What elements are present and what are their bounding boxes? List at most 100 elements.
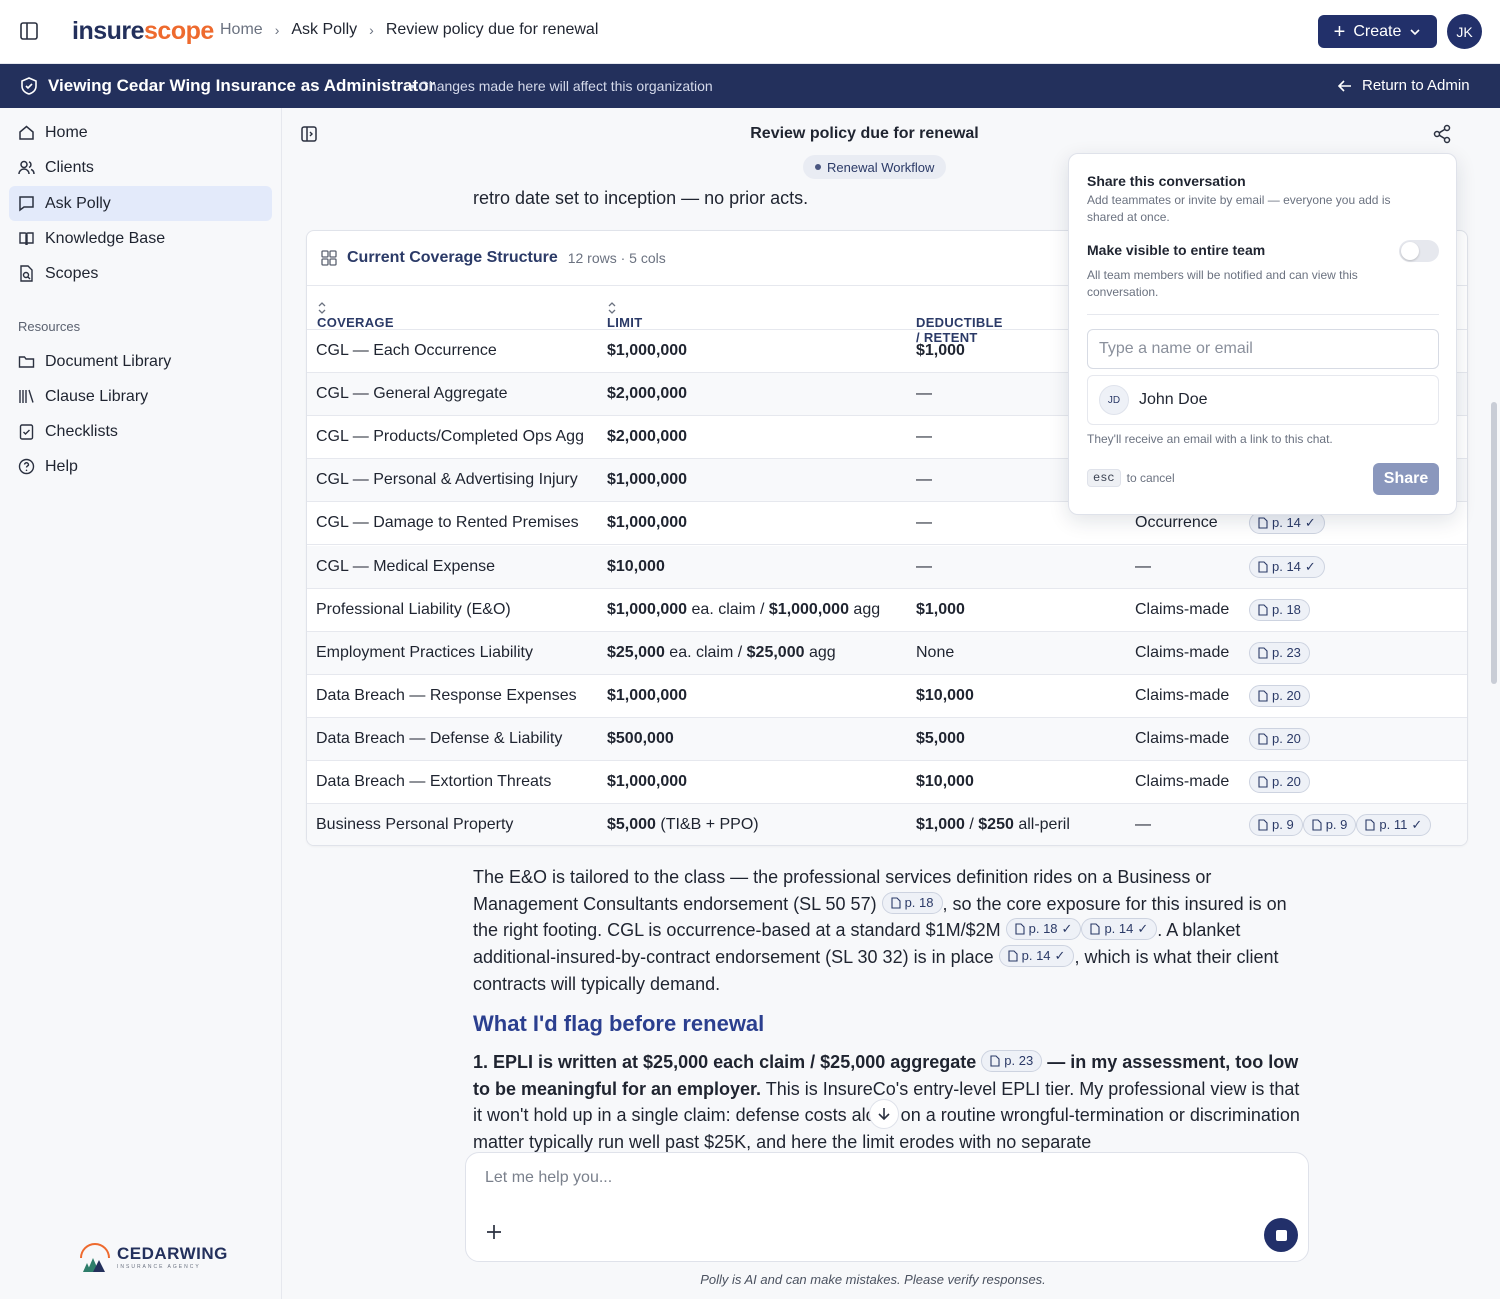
citation-chip[interactable]: p. 14 ✓ bbox=[1081, 918, 1158, 941]
help-icon bbox=[18, 458, 35, 475]
sidebar-item-home[interactable]: Home bbox=[9, 115, 272, 150]
citation-chip[interactable]: p. 20 bbox=[1249, 727, 1310, 750]
stop-generating-button[interactable] bbox=[1264, 1218, 1298, 1252]
citation-chip[interactable]: p. 14 ✓ bbox=[1249, 555, 1325, 578]
avatar: JD bbox=[1099, 385, 1129, 415]
attach-plus-icon[interactable] bbox=[485, 1223, 503, 1241]
sidebar-item-document-library[interactable]: Document Library bbox=[9, 344, 272, 379]
suggested-user[interactable]: JD John Doe bbox=[1087, 375, 1439, 425]
citation-chip[interactable]: p. 20 bbox=[1249, 771, 1310, 793]
table-row: Data Breach — Defense & Liability $500,00… bbox=[307, 717, 1467, 761]
check-icon: ✓ bbox=[1054, 948, 1066, 964]
citation-chip[interactable]: p. 23 bbox=[1249, 641, 1310, 664]
cell-citations: p. 18 bbox=[1249, 598, 1310, 621]
sidebar-item-scopes[interactable]: Scopes bbox=[9, 256, 272, 291]
column-header-limit[interactable]: LIMIT bbox=[607, 301, 642, 330]
citation-chip[interactable]: p. 9 bbox=[1249, 814, 1303, 837]
cell-limit: $1,000,000 bbox=[607, 342, 688, 359]
sort-icon bbox=[608, 302, 616, 314]
share-icon[interactable] bbox=[1432, 124, 1452, 144]
esc-label: to cancel bbox=[1126, 471, 1175, 485]
citation-chip[interactable]: p. 9 bbox=[1302, 814, 1357, 837]
breadcrumb-home[interactable]: Home bbox=[220, 21, 263, 39]
return-label: Return to Admin bbox=[1362, 77, 1470, 94]
cell-limit: $5,000 (TI&B + PPO) bbox=[607, 816, 759, 834]
app-logo[interactable]: insurescope bbox=[72, 17, 214, 46]
citation-chip[interactable]: p. 18 ✓ bbox=[1005, 918, 1082, 941]
admin-banner: Viewing Cedar Wing Insurance as Administ… bbox=[0, 64, 1500, 108]
citation-chip[interactable]: p. 23 bbox=[981, 1050, 1043, 1072]
check-icon: ✓ bbox=[1411, 817, 1423, 833]
citation-chip[interactable]: p. 18 bbox=[1249, 598, 1310, 621]
chat-composer[interactable]: Let me help you... bbox=[465, 1152, 1309, 1262]
sidebar-item-knowledge-base[interactable]: Knowledge Base bbox=[9, 221, 272, 256]
cell-limit: $1,000,000 bbox=[607, 686, 688, 704]
scrollbar[interactable] bbox=[1491, 402, 1497, 684]
sidebar-item-label: Knowledge Base bbox=[45, 229, 166, 247]
cell-deductible: $5,000 bbox=[916, 729, 965, 747]
sidebar-item-help[interactable]: Help bbox=[9, 449, 272, 484]
column-header-coverage[interactable]: COVERAGE bbox=[317, 301, 394, 330]
cell-limit: $25,000 ea. claim / $25,000 agg bbox=[607, 643, 836, 661]
document-icon bbox=[1258, 690, 1268, 702]
citation-chip[interactable]: p. 20 bbox=[1249, 684, 1310, 707]
create-button[interactable]: + Create bbox=[1318, 15, 1437, 48]
toggle-knob bbox=[1401, 242, 1419, 260]
shield-check-icon bbox=[21, 77, 37, 95]
cell-trigger: — bbox=[1135, 816, 1151, 834]
ai-disclaimer: Polly is AI and can make mistakes. Pleas… bbox=[700, 1272, 1046, 1287]
cell-trigger: — bbox=[1135, 557, 1151, 575]
cell-deductible: — bbox=[916, 514, 932, 532]
cell-deductible: $1,000 bbox=[916, 342, 965, 359]
document-icon bbox=[1258, 560, 1268, 573]
arrow-down-icon bbox=[878, 1108, 890, 1121]
chevron-right-icon: › bbox=[274, 22, 280, 38]
document-icon bbox=[1258, 647, 1268, 659]
sidebar-item-checklists[interactable]: Checklists bbox=[9, 414, 272, 449]
sidebar-item-ask-polly[interactable]: Ask Polly bbox=[9, 186, 272, 221]
sidebar-toggle-icon[interactable] bbox=[18, 20, 40, 42]
chevron-right-icon: › bbox=[369, 22, 374, 38]
document-icon bbox=[891, 897, 901, 909]
sidebar-item-label: Home bbox=[45, 123, 88, 141]
table-row: Employment Practices Liability $25,000 ea… bbox=[307, 631, 1467, 675]
cell-citations: p. 20 bbox=[1249, 771, 1310, 793]
return-to-admin-link[interactable]: Return to Admin bbox=[1338, 77, 1470, 94]
cell-limit: $1,000,000 bbox=[607, 471, 688, 489]
cell-limit: $1,000,000 bbox=[607, 773, 688, 790]
cell-trigger: Claims-made bbox=[1135, 643, 1230, 661]
check-icon: ✓ bbox=[1304, 558, 1316, 574]
cell-deductible: None bbox=[916, 643, 955, 661]
citation-chip[interactable]: p. 18 bbox=[881, 891, 943, 914]
user-avatar[interactable]: JK bbox=[1447, 14, 1482, 49]
cell-citations: p. 14 ✓ bbox=[1249, 555, 1325, 578]
cell-coverage: CGL — Medical Expense bbox=[316, 557, 496, 575]
sidebar-item-label: Help bbox=[45, 457, 78, 475]
check-icon: ✓ bbox=[1304, 515, 1316, 531]
cell-limit: $2,000,000 bbox=[607, 428, 688, 446]
document-icon bbox=[1258, 776, 1268, 788]
sidebar-item-clause-library[interactable]: Clause Library bbox=[9, 379, 272, 414]
cell-limit: $1,000,000 ea. claim / $1,000,000 agg bbox=[607, 600, 881, 618]
sidebar-item-clients[interactable]: Clients bbox=[9, 150, 272, 185]
sidebar-item-label: Clients bbox=[45, 158, 94, 176]
document-icon bbox=[1090, 923, 1101, 935]
team-visibility-toggle[interactable] bbox=[1399, 240, 1439, 262]
composer-input[interactable]: Let me help you... bbox=[485, 1169, 612, 1187]
citation-chip[interactable]: p. 14 ✓ bbox=[1249, 512, 1325, 535]
cell-coverage: CGL — General Aggregate bbox=[316, 385, 508, 403]
cell-deductible: — bbox=[916, 428, 932, 446]
cell-deductible: — bbox=[916, 557, 932, 575]
document-icon bbox=[990, 1055, 1000, 1067]
citation-chip[interactable]: p. 14 ✓ bbox=[998, 945, 1075, 968]
share-note: They'll receive an email with a link to … bbox=[1087, 432, 1333, 446]
share-email-input[interactable] bbox=[1087, 329, 1439, 369]
citation-chip[interactable]: p. 11 ✓ bbox=[1356, 814, 1432, 837]
share-button[interactable]: Share bbox=[1373, 463, 1439, 495]
top-bar: insurescope Home › Ask Polly › Review po… bbox=[0, 0, 1500, 64]
cell-limit: $1,000,000 bbox=[607, 514, 688, 532]
scroll-to-bottom-button[interactable] bbox=[869, 1099, 899, 1129]
breadcrumb-ask-polly[interactable]: Ask Polly bbox=[291, 21, 357, 39]
banner-title: Viewing Cedar Wing Insurance as Administ… bbox=[48, 76, 436, 95]
table-row: Business Personal Property $5,000 (TI&B +… bbox=[307, 804, 1467, 845]
